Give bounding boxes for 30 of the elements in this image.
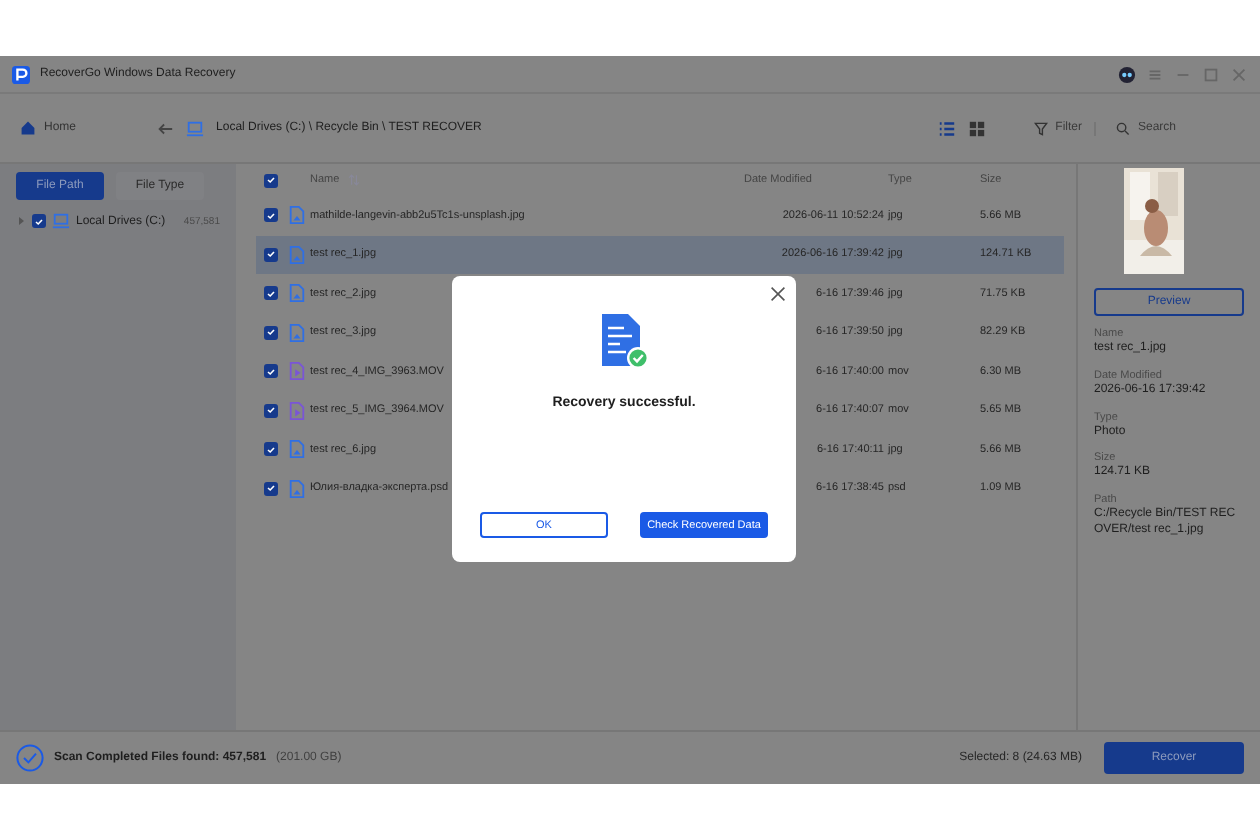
back-arrow-icon[interactable] <box>156 119 175 137</box>
app-logo-icon <box>12 65 30 83</box>
image-file-icon <box>288 479 306 498</box>
checkbox[interactable] <box>264 442 278 457</box>
image-file-icon <box>288 323 306 342</box>
image-file-icon <box>288 245 306 264</box>
drive-icon <box>186 119 205 137</box>
checkbox[interactable] <box>264 481 278 496</box>
image-file-icon <box>288 206 306 225</box>
document-check-icon <box>598 312 650 372</box>
checkbox[interactable] <box>264 247 278 262</box>
checkbox[interactable] <box>32 214 46 228</box>
filter-icon[interactable] <box>1033 121 1048 135</box>
drive-icon <box>52 212 70 230</box>
list-view-icon[interactable] <box>937 119 956 137</box>
video-file-icon <box>288 401 306 420</box>
checkbox[interactable] <box>264 325 278 340</box>
checkbox[interactable] <box>264 208 278 223</box>
grid-view-icon[interactable] <box>967 119 986 137</box>
checkbox[interactable] <box>264 403 278 418</box>
image-file-icon <box>288 284 306 303</box>
home-icon[interactable] <box>20 120 36 136</box>
image-file-icon <box>288 440 306 459</box>
search-icon[interactable] <box>1116 121 1130 135</box>
check-circle-icon <box>16 744 44 772</box>
checkbox[interactable] <box>264 364 278 379</box>
video-file-icon <box>288 362 306 381</box>
checkbox[interactable] <box>264 286 278 301</box>
close-icon[interactable] <box>770 286 786 302</box>
checkbox[interactable] <box>264 173 278 187</box>
